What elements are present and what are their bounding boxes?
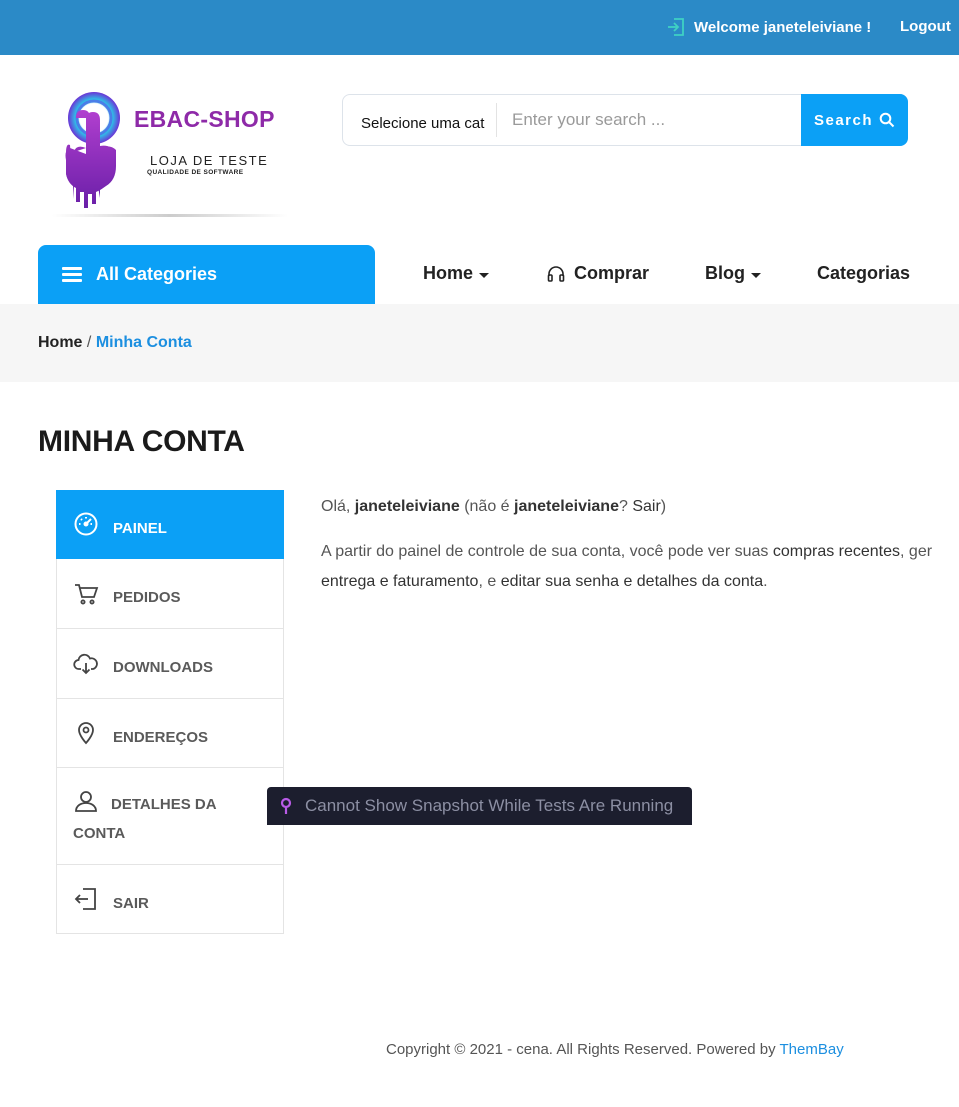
description-text-mid: , e <box>478 573 497 590</box>
map-pin-icon <box>73 720 99 746</box>
nav-comprar-label: Comprar <box>574 263 650 283</box>
description-text-cont: , ger <box>900 543 933 560</box>
logo-subtitle: LOJA DE TESTE <box>150 153 269 168</box>
addresses-link[interactable]: entrega e faturamento <box>321 573 478 590</box>
account-menu-sair[interactable]: SAIR <box>56 865 284 934</box>
search-bar: Selecione uma cat Search <box>342 94 908 146</box>
dashboard-content: Olá, janeteleiviane (não é janeteleivian… <box>321 492 959 597</box>
all-categories-label: All Categories <box>96 264 218 284</box>
user-icon <box>73 788 99 814</box>
logo-tagline: QUALIDADE DE SOFTWARE <box>147 169 244 176</box>
not-user-name: janeteleiviane <box>514 498 619 515</box>
account-menu-label: SAIR <box>113 894 149 912</box>
chevron-down-icon <box>751 272 761 278</box>
account-menu-enderecos[interactable]: ENDEREÇOS <box>56 699 284 768</box>
cart-icon <box>73 581 99 607</box>
nav-categorias[interactable]: Categorias <box>817 263 910 284</box>
dashboard-gauge-icon <box>73 511 99 537</box>
snapshot-message: Cannot Show Snapshot While Tests Are Run… <box>305 796 674 815</box>
footer-copyright: Copyright © 2021 - cena. All Rights Rese… <box>386 1041 844 1058</box>
description-text: A partir do painel de controle de sua co… <box>321 543 769 560</box>
breadcrumb-home[interactable]: Home <box>38 334 82 351</box>
welcome-link[interactable]: Welcome janeteleiviane ! <box>666 17 871 37</box>
breadcrumb-current: Minha Conta <box>95 334 192 351</box>
all-categories-button[interactable]: All Categories <box>38 245 375 304</box>
search-divider <box>496 103 497 137</box>
account-menu-painel[interactable]: PAINEL <box>56 490 284 559</box>
sair-link[interactable]: Sair <box>632 498 660 515</box>
account-navigation: PAINEL PEDIDOS DOWNLOADS ENDEREÇOS DETAL… <box>56 490 284 934</box>
not-user-prefix: (não é <box>464 498 510 515</box>
copyright-text: Copyright © 2021 - cena. All Rights Rese… <box>386 1041 776 1058</box>
account-menu-pedidos[interactable]: PEDIDOS <box>56 559 284 629</box>
close-paren: ) <box>660 498 667 515</box>
account-menu-detalhes-da-conta[interactable]: DETALHES DA CONTA <box>56 768 284 865</box>
description-end: . <box>763 573 768 590</box>
account-menu-label: DOWNLOADS <box>113 659 213 676</box>
thembay-link[interactable]: ThemBay <box>780 1041 844 1058</box>
recent-orders-link[interactable]: compras recentes <box>773 543 900 560</box>
sign-in-icon <box>668 18 684 36</box>
nav-blog[interactable]: Blog <box>705 263 761 284</box>
nav-comprar[interactable]: Comprar <box>546 263 649 284</box>
search-icon <box>879 112 895 128</box>
page-title: MINHA CONTA <box>38 425 245 458</box>
account-menu-label: PAINEL <box>113 519 167 537</box>
hamburger-icon <box>62 264 82 285</box>
logout-link[interactable]: Logout <box>900 18 951 35</box>
headphones-icon <box>547 265 565 282</box>
breadcrumb-separator: / <box>86 334 92 351</box>
nav-categorias-label: Categorias <box>817 263 911 283</box>
greeting-prefix: Olá, <box>321 498 351 515</box>
search-input[interactable] <box>498 95 798 145</box>
greeting-line: Olá, janeteleiviane (não é janeteleivian… <box>321 492 959 522</box>
nav-blog-label: Blog <box>705 263 745 283</box>
account-menu-downloads[interactable]: DOWNLOADS <box>56 629 284 699</box>
account-menu-label: PEDIDOS <box>113 589 181 606</box>
cloud-download-icon <box>73 651 99 677</box>
nav-home-label: Home <box>423 263 474 283</box>
snapshot-tooltip: Cannot Show Snapshot While Tests Are Run… <box>267 787 692 825</box>
search-button[interactable]: Search <box>801 94 908 146</box>
search-button-label: Search <box>813 111 874 129</box>
account-menu-label: ENDEREÇOS <box>113 728 209 746</box>
welcome-text: Welcome janeteleiviane ! <box>694 18 872 36</box>
sign-out-icon <box>73 886 99 912</box>
question-mark: ? <box>618 498 628 515</box>
pin-icon <box>280 797 292 814</box>
top-bar: Welcome janeteleiviane ! Logout <box>0 0 959 55</box>
logo-title: EBAC-SHOP <box>134 106 275 132</box>
edit-account-link[interactable]: editar sua senha e detalhes da conta <box>501 573 763 590</box>
dashboard-description: A partir do painel de controle de sua co… <box>321 537 959 567</box>
search-category-select[interactable]: Selecione uma cat <box>343 95 496 145</box>
greeting-username: janeteleiviane <box>354 498 460 515</box>
nav-home[interactable]: Home <box>423 263 490 284</box>
dashboard-description-line2: entrega e faturamento, e editar sua senh… <box>321 567 959 597</box>
breadcrumb: Home / Minha Conta <box>38 334 192 352</box>
chevron-down-icon <box>479 272 490 278</box>
